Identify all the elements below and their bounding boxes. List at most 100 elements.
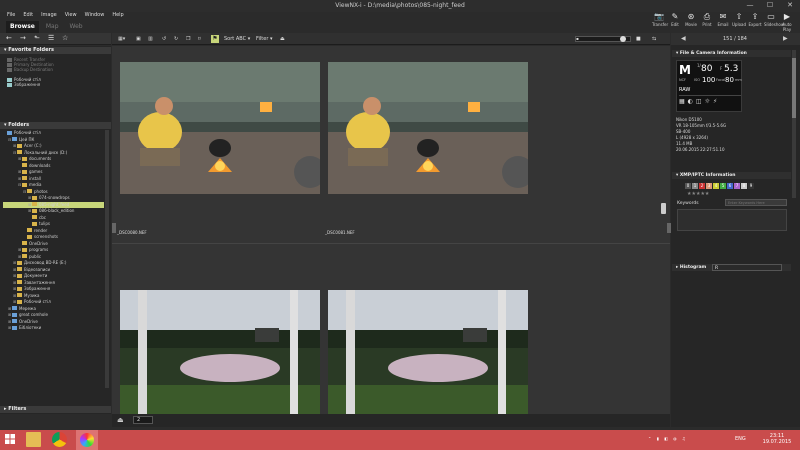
file-explorer-icon[interactable]: [26, 432, 41, 447]
favorites-header[interactable]: ▾ Favorite Folders: [0, 47, 111, 54]
color-label-chip[interactable]: 3: [706, 183, 712, 189]
histogram-header[interactable]: ▸ Histogram R: [672, 264, 791, 271]
folder-tree-item[interactable]: ⊞ Acer (C:): [3, 143, 104, 149]
language-indicator[interactable]: ENG: [735, 436, 746, 442]
label-icon[interactable]: ⏏: [117, 416, 124, 424]
folder-tree-item[interactable]: OneDrive: [3, 241, 104, 247]
single-view-icon[interactable]: ▣: [136, 34, 141, 44]
folder-tree-item[interactable]: ⊟ Цей ПК: [3, 137, 104, 143]
color-label-chip[interactable]: 8: [741, 183, 747, 189]
edit-button[interactable]: ✎ Edit: [668, 11, 682, 32]
lock-icon[interactable]: ⏏: [280, 34, 285, 44]
folder-tree-item[interactable]: render: [3, 228, 104, 234]
label-filter-icon[interactable]: ⚑: [211, 35, 219, 43]
folder-tree-item[interactable]: ⊞ Бібліотеки: [3, 325, 104, 331]
folder-tree-item[interactable]: ⊞ Зображення: [3, 286, 104, 292]
scroll-thumb[interactable]: [792, 58, 796, 118]
compare-view-icon[interactable]: ▥: [148, 34, 153, 44]
tab-web[interactable]: Web: [66, 21, 87, 33]
info-scrollbar[interactable]: [792, 50, 796, 198]
chrome-icon[interactable]: [52, 432, 67, 447]
star-icon[interactable]: ☆: [62, 34, 68, 42]
xmp-header[interactable]: ▾ XMP/IPTC Information: [672, 172, 791, 179]
folder-tree-item[interactable]: ⊞ Відеозаписи: [3, 267, 104, 273]
folders-header[interactable]: ▾ Folders: [0, 122, 111, 129]
folder-tree-item[interactable]: ⊞ Робочий стіл: [3, 299, 104, 305]
slideshow-button[interactable]: ▭ Slideshow: [764, 11, 784, 32]
upload-button[interactable]: ⇧ Upload: [732, 11, 746, 32]
up-folder-icon[interactable]: ⬑: [34, 34, 40, 42]
print-button[interactable]: ⎙ Print: [700, 11, 714, 32]
photo-thumbnail[interactable]: [120, 62, 320, 194]
large-thumbs-icon[interactable]: ■: [636, 34, 641, 44]
file-camera-header[interactable]: ▾ File & Camera Information: [672, 50, 791, 57]
folder-tree-item[interactable]: ⊞ games: [3, 169, 104, 175]
color-label-chip[interactable]: 9: [748, 183, 754, 189]
filter-control[interactable]: Filter ▾: [256, 34, 273, 44]
tab-map[interactable]: Map: [42, 21, 63, 33]
folder-tree-item[interactable]: ⊟ Локальний диск (D:): [3, 150, 104, 156]
menu-file[interactable]: File: [7, 10, 15, 20]
folder-tree-item[interactable]: ⊞ 085-night_feed: [3, 201, 104, 208]
menu-help[interactable]: Help: [112, 10, 123, 20]
transfer-button[interactable]: 📷 Transfer: [652, 11, 668, 32]
movie-button[interactable]: ⊛ Movie: [684, 11, 698, 32]
export-button[interactable]: ⇪ Export: [748, 11, 762, 32]
folder-tree-item[interactable]: cbc: [3, 215, 104, 221]
folder-tree-item[interactable]: tulips: [3, 221, 104, 227]
close-button[interactable]: ✕: [780, 0, 800, 11]
tag-icon[interactable]: ⌑: [198, 34, 201, 44]
menu-image[interactable]: Image: [41, 10, 57, 20]
back-arrow-icon[interactable]: ←: [6, 34, 12, 42]
favorite-item[interactable]: Backup Destination: [7, 67, 107, 72]
folder-tree-item[interactable]: ⊞ great comhole: [3, 312, 104, 318]
folder-tree-item[interactable]: ⊞ programs: [3, 247, 104, 253]
sort-control[interactable]: Sort ABC ▾: [224, 34, 250, 44]
grid-scrollbar[interactable]: [661, 203, 666, 214]
folder-tree-item[interactable]: ⊞ documents: [3, 156, 104, 162]
folder-tree-item[interactable]: ⊞ Мережа: [3, 306, 104, 312]
color-label-chip[interactable]: 7: [734, 183, 740, 189]
color-label-chip[interactable]: 2: [699, 183, 705, 189]
folder-tree-item[interactable]: ⊞ install: [3, 176, 104, 182]
auto-play-button[interactable]: ▶ Auto Play: [780, 11, 794, 32]
folder-tree-item[interactable]: ⊞ 074-snowdrops: [3, 195, 104, 201]
tab-browse[interactable]: Browse: [6, 21, 39, 33]
copy-icon[interactable]: ❐: [186, 34, 190, 44]
folder-tree-item[interactable]: ⊟ photos: [3, 189, 104, 195]
color-label-chip[interactable]: 5: [720, 183, 726, 189]
tree-scrollbar[interactable]: [105, 130, 109, 388]
folder-tree-item[interactable]: ⊞ Музика: [3, 293, 104, 299]
histogram-channel-select[interactable]: R: [712, 264, 782, 271]
next-image-button[interactable]: ▶: [783, 35, 788, 42]
folder-tree-item[interactable]: screenshots: [3, 234, 104, 240]
slider-knob[interactable]: [620, 36, 626, 42]
color-label-chip[interactable]: 1: [692, 183, 698, 189]
toggle-panel-icon[interactable]: ⇆: [652, 34, 656, 44]
folder-tree-item[interactable]: ⊞ Завантаження: [3, 280, 104, 286]
minimize-button[interactable]: —: [740, 0, 760, 11]
menu-edit[interactable]: Edit: [23, 10, 33, 20]
rotate-left-icon[interactable]: ↺: [162, 34, 166, 44]
photo-thumbnail[interactable]: [328, 290, 528, 414]
small-thumbs-icon[interactable]: ▪: [576, 34, 579, 44]
maximize-button[interactable]: ☐: [760, 0, 780, 11]
folder-tree-item[interactable]: ⊞ public: [3, 254, 104, 260]
folder-tree-item[interactable]: ⊞ Дисковод BD-RE (E:): [3, 260, 104, 266]
filters-header[interactable]: ▸ Filters: [0, 406, 111, 413]
clock[interactable]: 23:11 19.07.2015: [760, 433, 794, 445]
menu-view[interactable]: View: [65, 10, 77, 20]
folder-tree-item[interactable]: ⊞ OneDrive: [3, 319, 104, 325]
photo-thumbnail[interactable]: [120, 290, 320, 414]
windows-start-icon[interactable]: [5, 434, 15, 444]
list-view-icon[interactable]: ☰: [48, 34, 54, 42]
previous-image-button[interactable]: ◀: [681, 35, 686, 42]
photo-thumbnail[interactable]: [328, 62, 528, 194]
rating-stars[interactable]: ★★★★★: [687, 191, 709, 197]
viewnx-taskbar-button[interactable]: [76, 430, 98, 450]
folder-tree-item[interactable]: ⊟ media: [3, 182, 104, 188]
rotate-right-icon[interactable]: ↻: [174, 34, 178, 44]
color-label-chip[interactable]: 6: [727, 183, 733, 189]
left-splitter-handle[interactable]: [112, 223, 116, 233]
folder-tree-item[interactable]: Робочий стіл: [3, 130, 104, 136]
